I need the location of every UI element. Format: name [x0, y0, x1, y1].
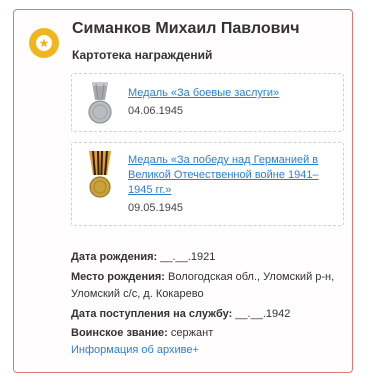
st-george-ribbon-medal-icon [89, 151, 111, 198]
award-record-card: Симанков Михаил Павлович Картотека награ… [13, 9, 353, 373]
rank-row: Воинское звание: сержант [71, 325, 213, 342]
person-name: Симанков Михаил Павлович [72, 20, 300, 37]
award-badge-icon [29, 28, 59, 58]
birth-place-row: Место рождения: Вологодская обл., Уломск… [71, 269, 346, 303]
birth-date-value: __.__.1921 [160, 251, 216, 263]
birth-date-row: Дата рождения: __.__.1921 [71, 249, 215, 266]
award-date: 09.05.1945 [128, 202, 184, 214]
section-title: Картотека награждений [72, 48, 213, 62]
archive-info-link[interactable]: Информация об архиве+ [71, 344, 199, 356]
star-icon [36, 35, 52, 51]
award-link[interactable]: Медаль «За боевые заслуги» [128, 86, 338, 101]
service-date-row: Дата поступления на службу: __.__.1942 [71, 306, 290, 323]
birth-date-label: Дата рождения: [71, 251, 158, 263]
rank-value: сержант [170, 327, 214, 339]
award-link[interactable]: Медаль «За победу над Германией в Велико… [128, 153, 338, 198]
silver-medal-icon [88, 82, 112, 124]
birth-place-label: Место рождения: [71, 271, 165, 283]
award-item: Медаль «За боевые заслуги» 04.06.1945 [71, 73, 344, 132]
service-date-label: Дата поступления на службу: [71, 308, 233, 320]
service-date-value: __.__.1942 [235, 308, 291, 320]
award-date: 04.06.1945 [128, 105, 184, 117]
award-item: Медаль «За победу над Германией в Велико… [71, 142, 344, 226]
rank-label: Воинское звание: [71, 327, 168, 339]
